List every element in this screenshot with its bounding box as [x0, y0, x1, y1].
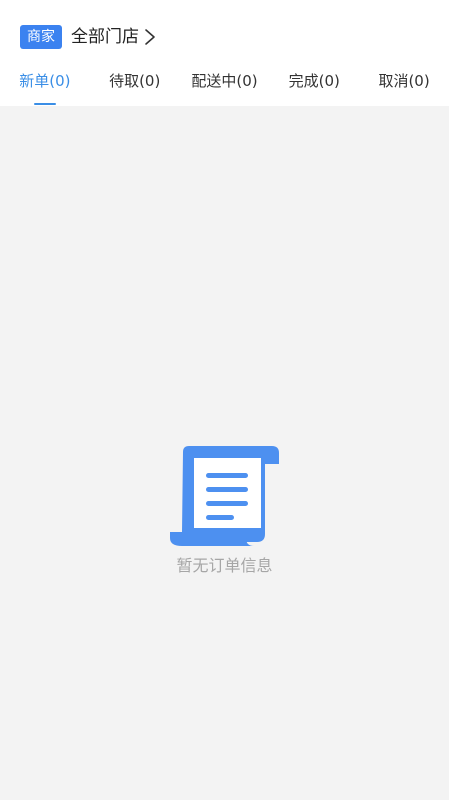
chevron-right-icon — [145, 29, 155, 45]
tab-active-indicator — [33, 103, 56, 105]
tab-delivering[interactable]: 配送中(0) — [180, 64, 270, 106]
order-status-tabs: 新单(0) 待取(0) 配送中(0) 完成(0) 取消(0) — [0, 64, 449, 106]
tab-new-label: 新单(0) — [19, 72, 71, 90]
tab-cancelled-label: 取消(0) — [378, 72, 430, 90]
header: 商家 全部门店 — [0, 0, 449, 64]
empty-message: 暂无订单信息 — [176, 556, 273, 575]
store-selector[interactable]: 全部门店 — [71, 24, 157, 50]
orders-page: 商家 全部门店 新单(0) 待取(0) 配送中(0) 完成(0) 取消(0) 暂… — [0, 0, 449, 800]
store-name: 全部门店 — [71, 27, 139, 47]
receipt-scroll-icon — [169, 446, 279, 546]
tab-new[interactable]: 新单(0) — [0, 64, 90, 106]
tab-completed-label: 完成(0) — [288, 72, 340, 90]
empty-state: 暂无订单信息 — [0, 442, 449, 578]
tab-pending-pickup-label: 待取(0) — [109, 72, 161, 90]
tab-completed[interactable]: 完成(0) — [269, 64, 359, 106]
order-list-area: 暂无订单信息 — [0, 106, 449, 800]
merchant-badge: 商家 — [20, 25, 62, 49]
tab-pending-pickup[interactable]: 待取(0) — [90, 64, 180, 106]
tab-cancelled[interactable]: 取消(0) — [359, 64, 449, 106]
tab-delivering-label: 配送中(0) — [191, 72, 258, 90]
